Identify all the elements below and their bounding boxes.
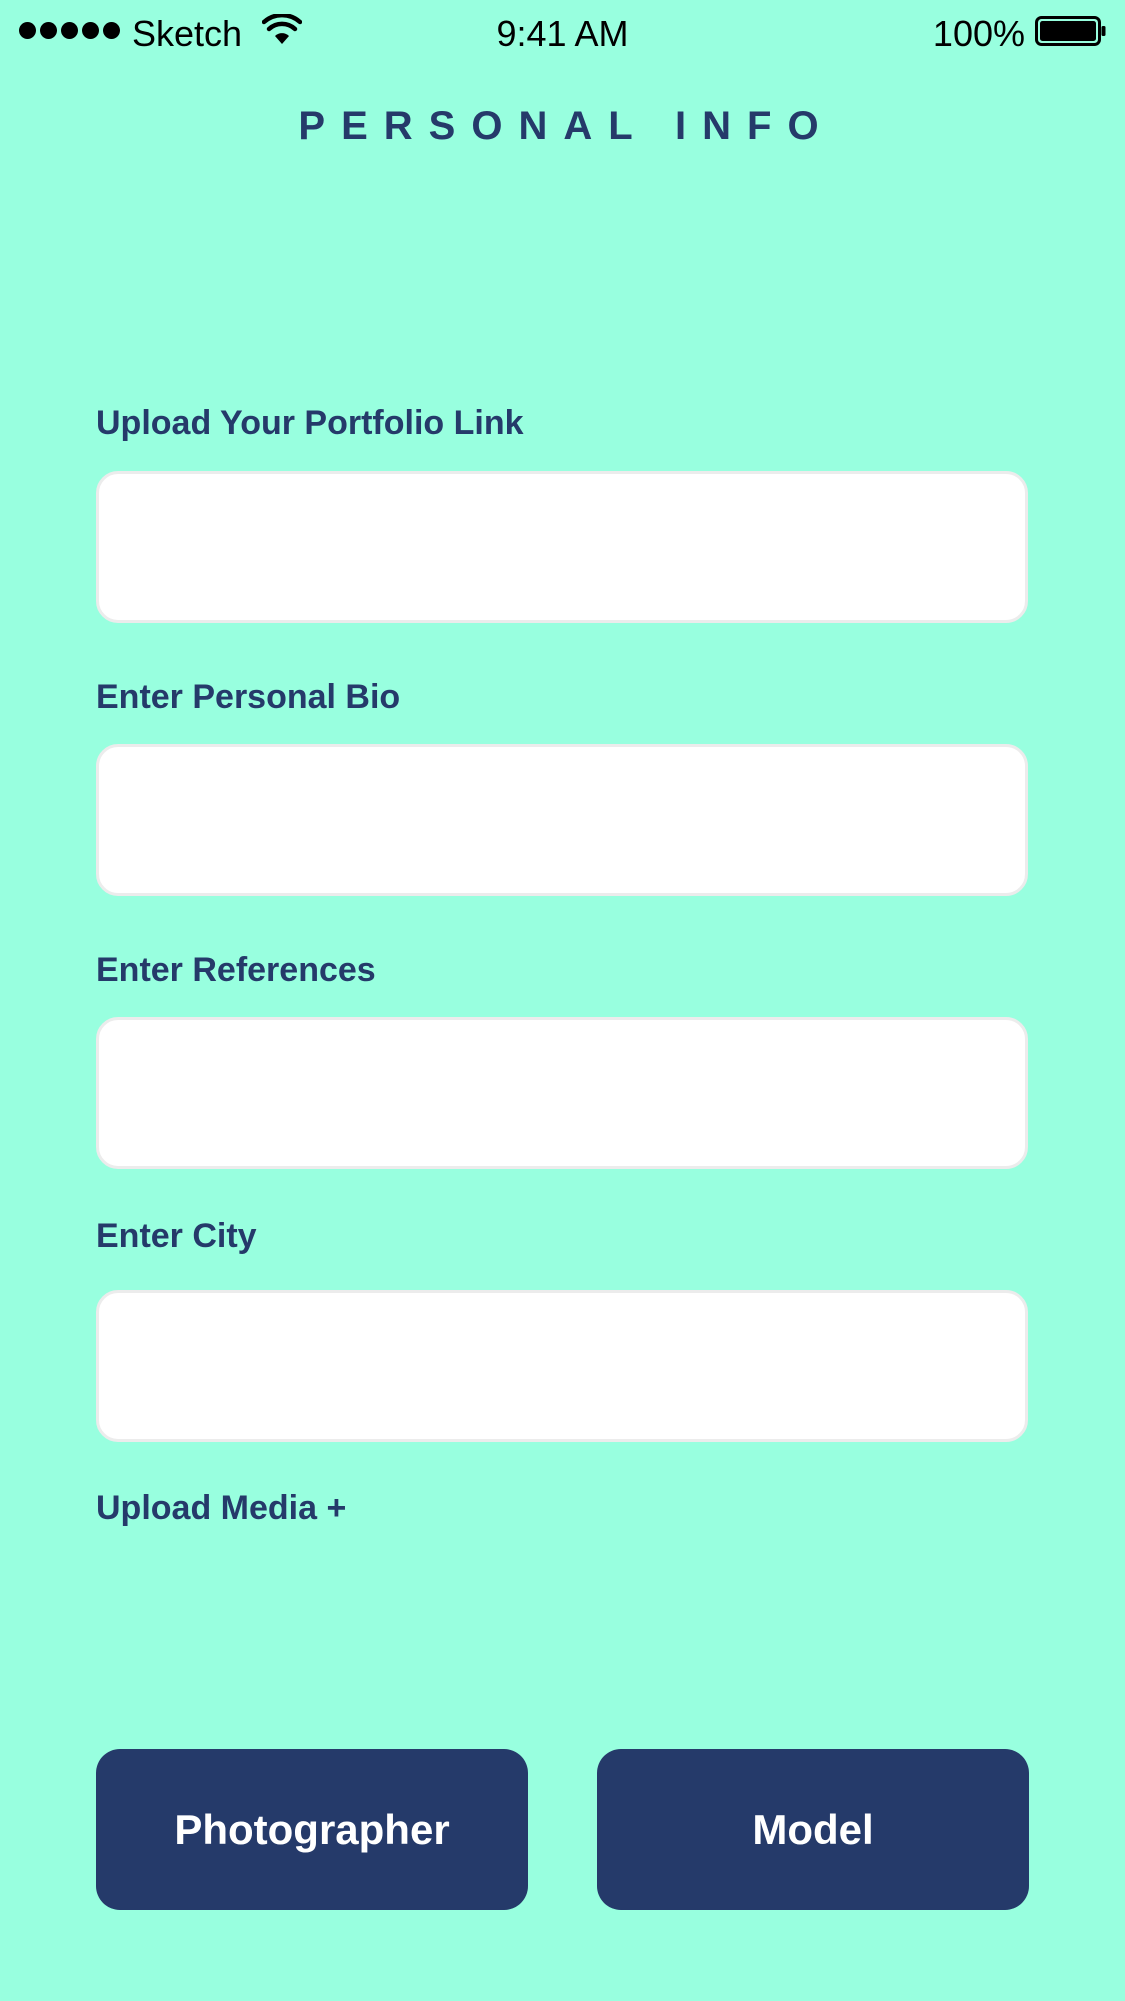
status-bar: Sketch 9:41 AM 100% — [0, 0, 1125, 66]
page-title: PERSONAL INFO — [298, 104, 835, 148]
photographer-button[interactable]: Photographer — [96, 1749, 528, 1910]
personal-bio-label: Enter Personal Bio — [96, 678, 401, 716]
upload-media-link[interactable]: Upload Media + — [96, 1486, 346, 1530]
battery-icon — [1035, 16, 1106, 46]
battery-percent: 100% — [932, 13, 1025, 54]
personal-bio-input[interactable] — [96, 744, 1028, 896]
city-label: Enter City — [96, 1217, 257, 1255]
city-input[interactable] — [96, 1290, 1028, 1442]
references-input[interactable] — [96, 1017, 1028, 1169]
portfolio-link-input[interactable] — [96, 471, 1028, 623]
portfolio-link-label: Upload Your Portfolio Link — [96, 404, 524, 442]
model-button[interactable]: Model — [597, 1749, 1029, 1910]
references-label: Enter References — [96, 951, 376, 989]
